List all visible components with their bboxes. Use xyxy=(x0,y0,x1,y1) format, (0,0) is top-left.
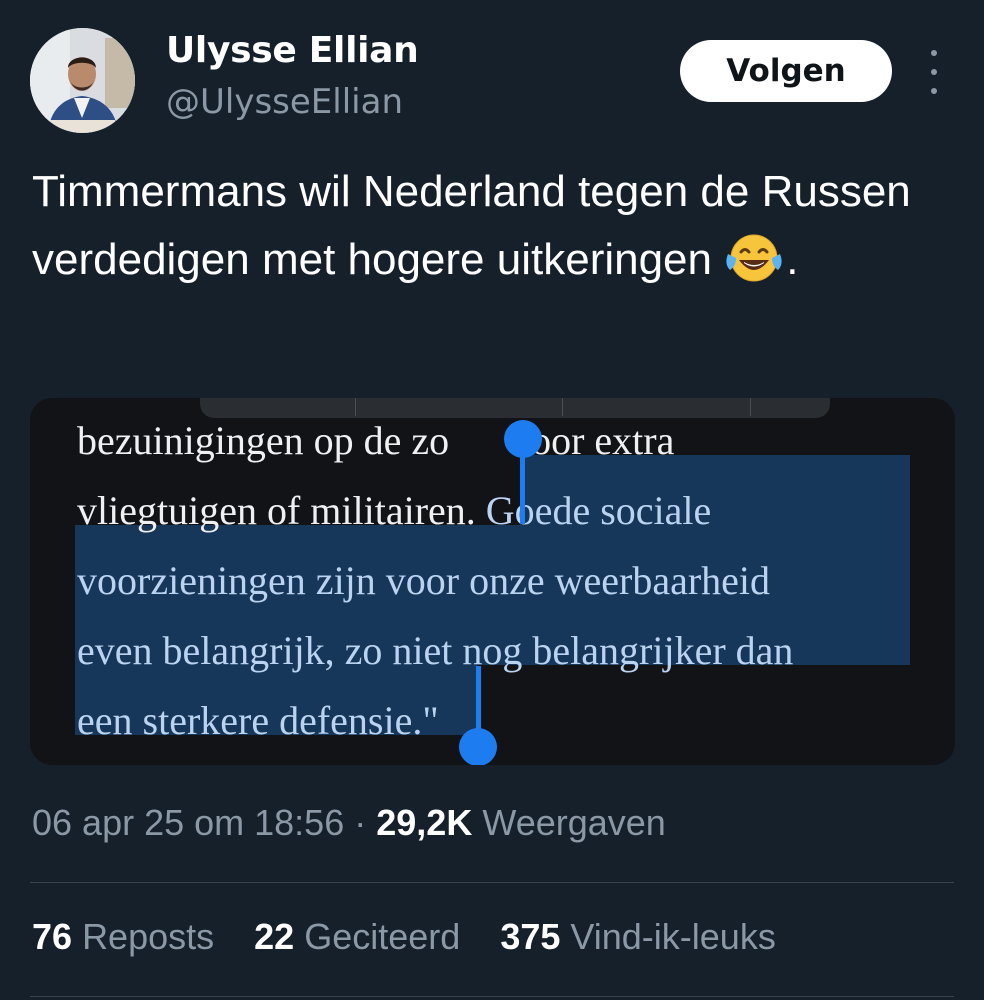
likes-label: Vind-ik-leuks xyxy=(570,916,776,957)
reposts-count: 76 xyxy=(32,916,73,957)
dot-icon xyxy=(931,69,937,75)
article-line: vliegtuigen of militairen. Goede sociale xyxy=(77,488,712,533)
article-text: bezuinigingen op de zo voor extra vliegtu… xyxy=(77,406,937,756)
divider xyxy=(30,996,954,997)
engagement-stats: 76 Reposts 22 Geciteerd 375 Vind-ik-leuk… xyxy=(32,916,806,958)
divider xyxy=(30,882,954,883)
tweet-text: Timmermans wil Nederland tegen de Russen… xyxy=(32,158,932,294)
selection-start-bar xyxy=(520,446,525,524)
selection-end-handle[interactable] xyxy=(459,728,497,765)
profile-photo-icon xyxy=(30,28,135,133)
article-line: voorzieningen zijn voor onze weerbaarhei… xyxy=(77,558,771,603)
meta-separator: · xyxy=(354,802,367,843)
tweet-text-punctuation: . xyxy=(786,235,799,284)
quotes-count: 22 xyxy=(254,916,295,957)
dot-icon xyxy=(931,88,937,94)
tweet-timestamp[interactable]: 06 apr 25 om 18:56 xyxy=(32,802,344,843)
likes-stat[interactable]: 375 Vind-ik-leuks xyxy=(500,916,776,958)
reposts-label: Reposts xyxy=(82,916,215,957)
quotes-label: Geciteerd xyxy=(304,916,461,957)
avatar[interactable] xyxy=(30,28,135,133)
more-vertical-icon[interactable] xyxy=(920,50,948,94)
tweet-meta: 06 apr 25 om 18:56 · 29,2K Weergaven xyxy=(32,802,666,844)
article-line: een sterkere defensie." xyxy=(77,698,439,743)
face-with-tears-of-joy-icon xyxy=(724,232,784,282)
author-display-name[interactable]: Ulysse Ellian xyxy=(166,30,419,71)
dot-icon xyxy=(931,50,937,56)
views-count: 29,2K xyxy=(376,802,473,843)
reposts-stat[interactable]: 76 Reposts xyxy=(32,916,214,958)
views-label: Weergaven xyxy=(482,802,666,843)
tweet-media-image[interactable]: bezuinigingen op de zo voor extra vliegtu… xyxy=(30,398,955,765)
quotes-stat[interactable]: 22 Geciteerd xyxy=(254,916,460,958)
author-handle[interactable]: @UlysseEllian xyxy=(166,82,403,122)
likes-count: 375 xyxy=(500,916,561,957)
article-line: even belangrijk, zo niet nog belangrijke… xyxy=(77,628,794,673)
follow-button[interactable]: Volgen xyxy=(680,40,892,102)
